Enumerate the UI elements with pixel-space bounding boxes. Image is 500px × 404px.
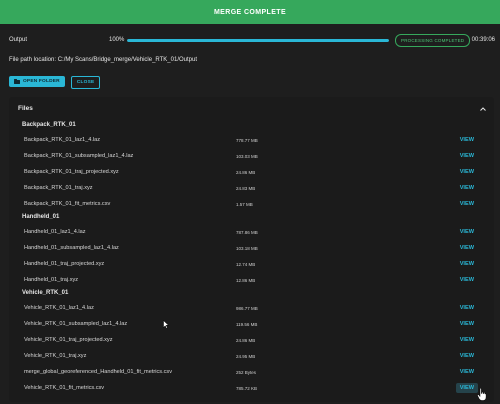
file-size: 12.74 MB (236, 261, 256, 267)
file-path-value: C:/My Scans/Bridge_merge/Vehicle_RTK_01/… (57, 57, 197, 63)
file-path-location: File path location: C:/My Scans/Bridge_m… (9, 57, 197, 63)
file-name: Backpack_RTK_01_subsampled_laz1_4.laz (24, 153, 134, 159)
file-path-label: File path location: (9, 57, 57, 63)
file-name: Backpack_RTK_01_laz1_4.laz (24, 137, 101, 143)
open-folder-button[interactable]: OPEN FOLDER (9, 76, 65, 87)
file-size: 119.56 MB (236, 321, 258, 327)
file-size: 785.72 KB (236, 385, 258, 391)
file-name: Backpack_RTK_01_traj_projected.xyz (24, 169, 119, 175)
progress-percent: 100% (109, 37, 125, 43)
file-size: 986.77 MB (236, 305, 258, 311)
file-size: 103.03 MB (236, 153, 258, 159)
file-row: Vehicle_RTK_01_laz1_4.laz 986.77 MB VIEW (24, 302, 484, 314)
output-progress-row: Output 100% PROCESSING COMPLETED 00:39:0… (9, 33, 495, 47)
output-label: Output (9, 37, 28, 43)
file-size: 778.77 MB (236, 137, 258, 143)
hand-cursor-icon (477, 388, 487, 401)
file-row: Backpack_RTK_01_traj_projected.xyz 24.86… (24, 166, 484, 178)
file-name: Vehicle_RTK_01_fit_metrics.csv (24, 385, 105, 391)
view-button[interactable]: VIEW (456, 351, 478, 361)
file-row: Vehicle_RTK_01_fit_metrics.csv 785.72 KB… (24, 382, 484, 394)
mouse-pointer-icon (163, 320, 169, 329)
chevron-up-icon[interactable] (479, 105, 487, 113)
file-size: 24.86 MB (236, 337, 256, 343)
view-button[interactable]: VIEW (456, 151, 478, 161)
file-size: 787.86 MB (236, 229, 258, 235)
view-button[interactable]: VIEW (456, 227, 478, 237)
file-row: Handheld_01_traj.xyz 12.86 MB VIEW (24, 274, 484, 286)
file-name: merge_global_georeferenced_Handheld_01_f… (24, 369, 173, 375)
close-button[interactable]: CLOSE (70, 76, 101, 89)
file-row: Vehicle_RTK_01_traj_projected.xyz 24.86 … (24, 334, 484, 346)
file-row: Backpack_RTK_01_laz1_4.laz 778.77 MB VIE… (24, 134, 484, 146)
file-name: Backpack_RTK_01_fit_metrics.csv (24, 201, 111, 207)
progress-bar (127, 38, 389, 42)
group-title: Backpack_RTK_01 (22, 122, 76, 128)
view-button[interactable]: VIEW (456, 259, 478, 269)
view-button[interactable]: VIEW (456, 243, 478, 253)
view-button[interactable]: VIEW (456, 135, 478, 145)
file-size: 12.86 MB (236, 277, 256, 283)
file-name: Handheld_01_traj.xyz (24, 277, 79, 283)
file-name: Handheld_01_traj_projected.xyz (24, 261, 105, 267)
view-button[interactable]: VIEW (456, 303, 478, 313)
file-row: Handheld_01_traj_projected.xyz 12.74 MB … (24, 258, 484, 270)
view-button[interactable]: VIEW (456, 335, 478, 345)
merge-complete-banner: MERGE COMPLETE (0, 0, 500, 24)
file-size: 103.18 MB (236, 245, 258, 251)
file-row: Backpack_RTK_01_subsampled_laz1_4.laz 10… (24, 150, 484, 162)
view-button[interactable]: VIEW (456, 367, 478, 377)
banner-title: MERGE COMPLETE (213, 8, 287, 16)
file-row: Backpack_RTK_01_traj.xyz 24.83 MB VIEW (24, 182, 484, 194)
file-name: Vehicle_RTK_01_traj.xyz (24, 353, 87, 359)
file-row: Vehicle_RTK_01_traj.xyz 24.95 MB VIEW (24, 350, 484, 362)
file-name: Vehicle_RTK_01_subsampled_laz1_4.laz (24, 321, 128, 327)
view-button[interactable]: VIEW (456, 167, 478, 177)
elapsed-time: 00:39:06 (471, 37, 495, 43)
file-row: Handheld_01_laz1_4.laz 787.86 MB VIEW (24, 226, 484, 238)
file-row: merge_global_georeferenced_Handheld_01_f… (24, 366, 484, 378)
file-size: 24.86 MB (236, 169, 256, 175)
action-buttons: OPEN FOLDER CLOSE (9, 76, 101, 89)
file-size: 24.83 MB (236, 185, 256, 191)
folder-icon (14, 78, 20, 84)
file-size: 252 Bytes (236, 369, 257, 375)
group-title: Vehicle_RTK_01 (22, 290, 69, 296)
view-button[interactable]: VIEW (455, 383, 478, 393)
file-name: Backpack_RTK_01_traj.xyz (24, 185, 93, 191)
open-folder-label: OPEN FOLDER (23, 79, 60, 84)
file-row: Backpack_RTK_01_fit_metrics.csv 1.57 MB … (24, 198, 484, 210)
view-button[interactable]: VIEW (456, 183, 478, 193)
view-button[interactable]: VIEW (456, 275, 478, 285)
view-button[interactable]: VIEW (456, 319, 478, 329)
files-header: Files (18, 105, 33, 112)
file-name: Vehicle_RTK_01_laz1_4.laz (24, 305, 94, 311)
file-name: Handheld_01_subsampled_laz1_4.laz (24, 245, 119, 251)
view-button[interactable]: VIEW (456, 199, 478, 209)
close-label: CLOSE (76, 80, 95, 85)
file-size: 24.95 MB (236, 353, 256, 359)
files-panel: Files Backpack_RTK_01 Backpack_RTK_01_la… (9, 97, 494, 402)
progress-bar-fill (127, 38, 389, 42)
group-title: Handheld_01 (22, 214, 60, 220)
file-name: Handheld_01_laz1_4.laz (24, 229, 86, 235)
file-row: Handheld_01_subsampled_laz1_4.laz 103.18… (24, 242, 484, 254)
file-size: 1.57 MB (236, 201, 253, 207)
file-row: Vehicle_RTK_01_subsampled_laz1_4.laz 119… (24, 318, 484, 330)
file-name: Vehicle_RTK_01_traj_projected.xyz (24, 337, 113, 343)
status-badge: PROCESSING COMPLETED (395, 33, 471, 47)
